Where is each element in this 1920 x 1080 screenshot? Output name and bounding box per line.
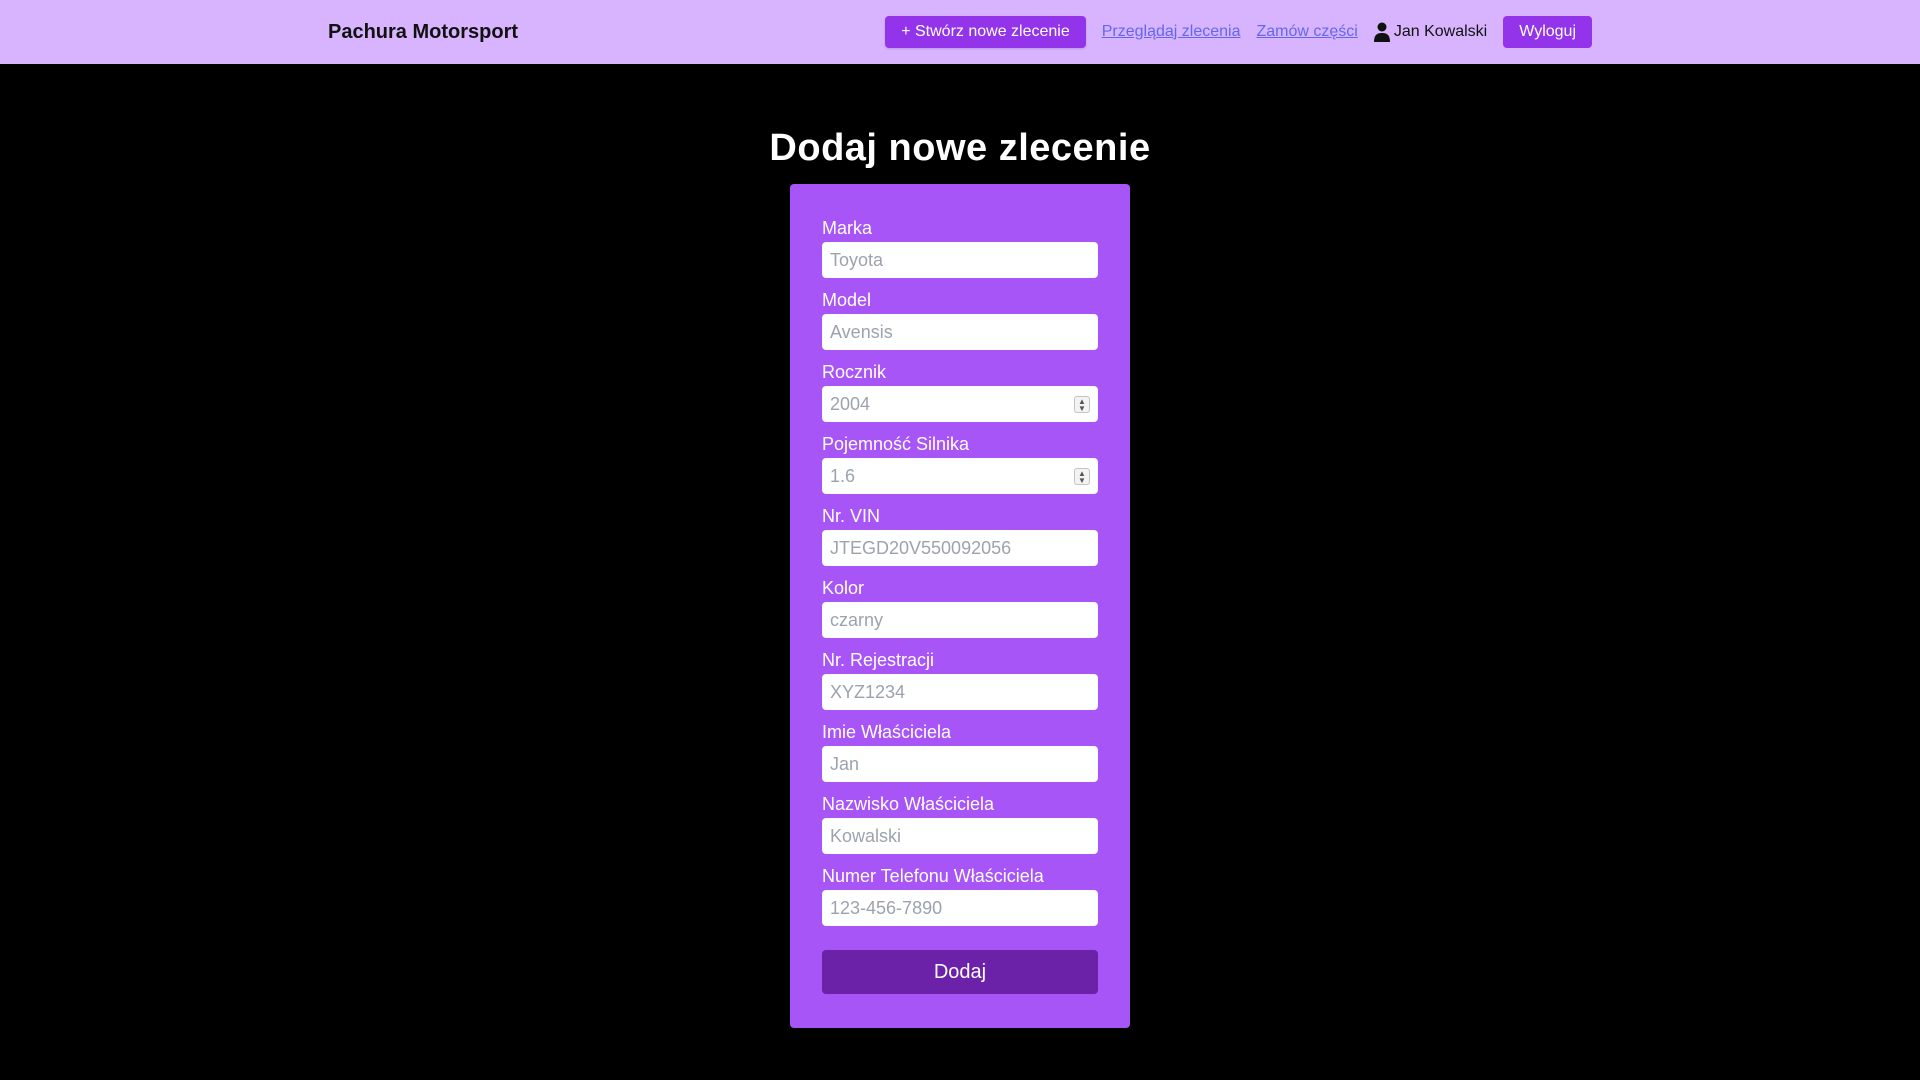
field-brand: Marka xyxy=(822,218,1098,290)
engine-capacity-input-wrapper: ▲▼ xyxy=(822,458,1098,494)
add-order-submit-button[interactable]: Dodaj xyxy=(822,950,1098,994)
user-icon xyxy=(1373,22,1390,42)
field-vin: Nr. VIN xyxy=(822,506,1098,578)
field-registration: Nr. Rejestracji xyxy=(822,650,1098,722)
field-model: Model xyxy=(822,290,1098,362)
color-input-wrapper xyxy=(822,602,1098,638)
field-year: Rocznik ▲▼ xyxy=(822,362,1098,434)
year-label: Rocznik xyxy=(822,362,887,382)
new-order-form: Marka Model Rocznik ▲▼ Pojemność Silnika… xyxy=(790,184,1130,1028)
field-engine-capacity: Pojemność Silnika ▲▼ xyxy=(822,434,1098,506)
registration-input-wrapper xyxy=(822,674,1098,710)
order-parts-link[interactable]: Zamów części xyxy=(1257,16,1358,48)
create-order-button[interactable]: + Stwórz nowe zlecenie xyxy=(885,16,1086,48)
vin-label: Nr. VIN xyxy=(822,506,881,526)
owner-phone-label: Numer Telefonu Właściciela xyxy=(822,866,1044,886)
brand-logo-text[interactable]: Pachura Motorsport xyxy=(328,19,518,45)
year-input[interactable] xyxy=(822,386,1098,422)
nav-actions: + Stwórz nowe zlecenie Przeglądaj zlecen… xyxy=(885,16,1592,48)
engine-capacity-stepper[interactable]: ▲ ▼ xyxy=(1074,468,1090,485)
owner-first-name-input-wrapper xyxy=(822,746,1098,782)
vin-input[interactable] xyxy=(822,530,1098,566)
registration-label: Nr. Rejestracji xyxy=(822,650,935,670)
user-name: Jan Kowalski xyxy=(1393,23,1488,40)
field-owner-first-name: Imie Właściciela xyxy=(822,722,1098,794)
color-label: Kolor xyxy=(822,578,865,598)
owner-first-name-input[interactable] xyxy=(822,746,1098,782)
brand-input-wrapper xyxy=(822,242,1098,278)
owner-last-name-input-wrapper xyxy=(822,818,1098,854)
owner-phone-input-wrapper xyxy=(822,890,1098,926)
field-owner-last-name: Nazwisko Właściciela xyxy=(822,794,1098,866)
owner-last-name-input[interactable] xyxy=(822,818,1098,854)
logout-button[interactable]: Wyloguj xyxy=(1503,16,1592,48)
owner-last-name-label: Nazwisko Właściciela xyxy=(822,794,995,814)
brand-input[interactable] xyxy=(822,242,1098,278)
owner-phone-input[interactable] xyxy=(822,890,1098,926)
registration-input[interactable] xyxy=(822,674,1098,710)
field-owner-phone: Numer Telefonu Właściciela xyxy=(822,866,1098,938)
color-input[interactable] xyxy=(822,602,1098,638)
owner-first-name-label: Imie Właściciela xyxy=(822,722,952,742)
model-input[interactable] xyxy=(822,314,1098,350)
top-navbar: Pachura Motorsport + Stwórz nowe zleceni… xyxy=(0,0,1920,64)
vin-input-wrapper xyxy=(822,530,1098,566)
year-input-wrapper: ▲▼ xyxy=(822,386,1098,422)
field-color: Kolor xyxy=(822,578,1098,650)
model-label: Model xyxy=(822,290,872,310)
browse-orders-link[interactable]: Przeglądaj zlecenia xyxy=(1102,16,1241,48)
brand-label: Marka xyxy=(822,218,873,238)
engine-capacity-label: Pojemność Silnika xyxy=(822,434,970,454)
page-title: Dodaj nowe zlecenie xyxy=(769,127,1151,169)
current-user: Jan Kowalski xyxy=(1373,22,1488,42)
year-stepper[interactable]: ▲ ▼ xyxy=(1074,396,1090,413)
engine-capacity-input[interactable] xyxy=(822,458,1098,494)
model-input-wrapper xyxy=(822,314,1098,350)
